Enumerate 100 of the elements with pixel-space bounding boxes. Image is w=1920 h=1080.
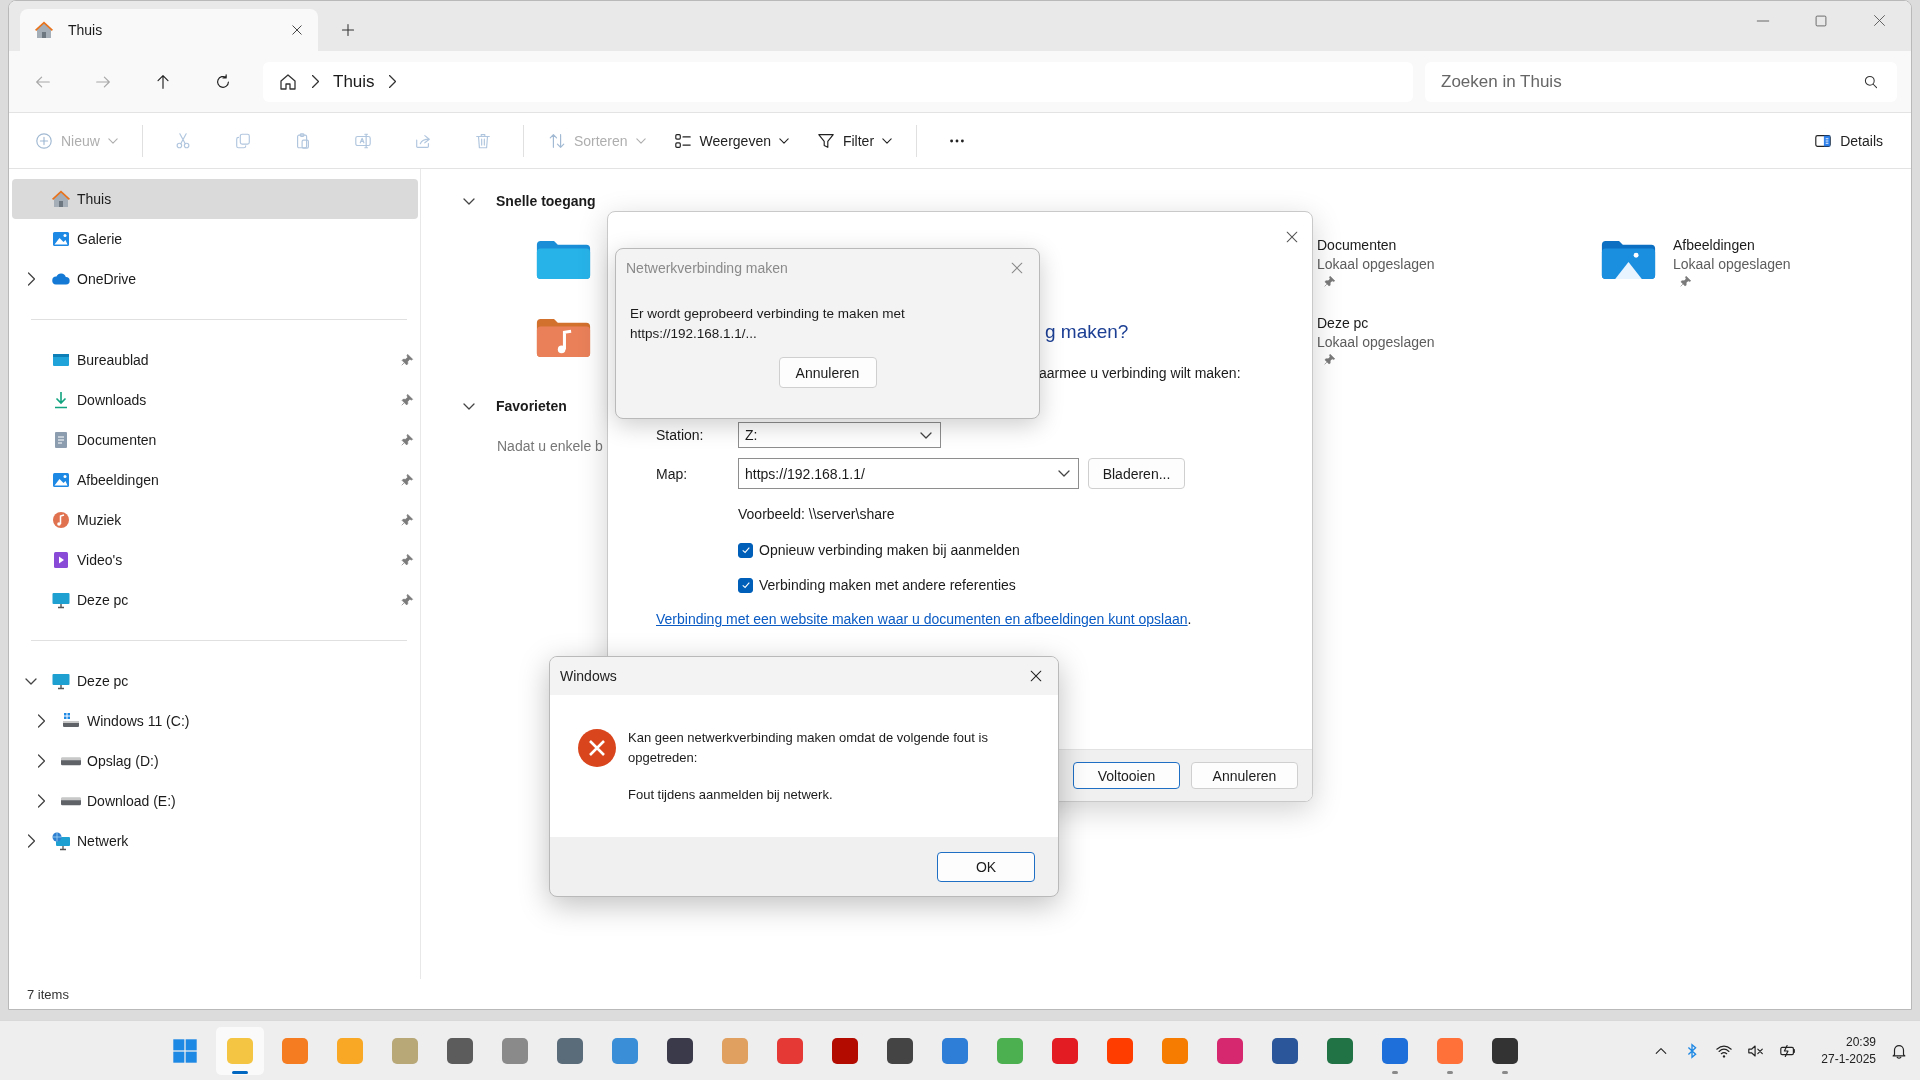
chevron-down-icon[interactable] — [462, 402, 476, 410]
help-text: Verbinding met een website maken waar u documenten en afbeeldingen kunt opslaan. — [656, 611, 1193, 627]
app-icon[interactable] — [1492, 1037, 1518, 1064]
dropdown-field[interactable]: https://192.168.1.1/ — [738, 458, 1079, 489]
app-icon[interactable] — [667, 1037, 693, 1064]
chevron-right-icon[interactable] — [37, 714, 45, 728]
sidebar-label: Netwerk — [77, 833, 129, 849]
tile-title[interactable]: Afbeeldingen — [1673, 237, 1791, 253]
drive-icon — [61, 756, 81, 766]
monitor-icon — [51, 590, 71, 610]
sidebar-item[interactable]: Muziek — [12, 500, 418, 540]
app-icon[interactable] — [832, 1037, 858, 1064]
error-icon — [577, 728, 617, 768]
sidebar-item[interactable]: Video's — [12, 540, 418, 580]
app-icon[interactable] — [887, 1037, 913, 1064]
home-icon — [34, 20, 54, 40]
tile-title[interactable]: Documenten — [1317, 237, 1435, 253]
sidebar-label: Windows 11 (C:) — [87, 713, 190, 729]
app-icon[interactable] — [557, 1037, 583, 1064]
dialog-heading: g maken? — [1045, 321, 1130, 344]
drive-icon — [61, 796, 81, 806]
details-button[interactable]: Details — [1810, 122, 1887, 159]
ok-button[interactable]: OK — [937, 851, 1035, 882]
tab[interactable]: Thuis — [20, 9, 318, 51]
chevron-right-icon[interactable] — [27, 834, 35, 848]
sidebar-item[interactable]: Windows 11 (C:) — [12, 701, 418, 741]
sidebar-item[interactable]: Deze pc — [12, 661, 418, 701]
chevron-right-icon[interactable] — [37, 794, 45, 808]
help-link[interactable]: Verbinding met een website maken waar u documenten en afbeeldingen kunt opslaan — [656, 611, 1188, 627]
sidebar-item[interactable]: Thuis — [12, 179, 418, 219]
address-bar[interactable]: Thuis — [263, 61, 1413, 102]
caret-icon[interactable] — [778, 137, 789, 144]
chevron-down-icon[interactable] — [462, 197, 476, 205]
refresh-icon[interactable] — [214, 72, 232, 91]
caret-icon[interactable] — [920, 431, 932, 439]
sidebar-item[interactable]: Documenten — [12, 420, 418, 460]
sidebar-item[interactable]: Galerie — [12, 219, 418, 259]
running-indicator — [1447, 1070, 1453, 1074]
checkbox[interactable] — [738, 542, 753, 558]
music-folder-icon[interactable] — [535, 317, 592, 359]
search-icon[interactable] — [1863, 73, 1879, 90]
sidebar-item[interactable]: OneDrive — [12, 259, 418, 299]
error-detail: Fout tijdens aanmelden bij netwerk. — [628, 786, 834, 804]
browse-button[interactable]: Bladeren... — [1088, 458, 1185, 489]
dialog-button[interactable]: Annuleren — [1191, 762, 1298, 789]
field-label: Station: — [656, 427, 705, 443]
chevron-right-icon[interactable] — [27, 272, 35, 286]
sidebar-label: Video's — [77, 552, 123, 568]
filter-icon[interactable] — [816, 131, 835, 150]
empty-hint: Nadat u enkele b — [497, 438, 604, 454]
sidebar-label: Download (E:) — [87, 793, 176, 809]
sidebar-item[interactable]: Netwerk — [12, 821, 418, 861]
running-indicator — [1502, 1070, 1508, 1074]
start-icon[interactable] — [172, 1037, 198, 1064]
sidebar-item[interactable]: Afbeeldingen — [12, 460, 418, 500]
filter-button[interactable]: Filter — [812, 122, 897, 159]
dialog-button[interactable]: Voltooien — [1073, 762, 1180, 789]
sidebar-item[interactable]: Opslag (D:) — [12, 741, 418, 781]
caret-icon[interactable] — [882, 137, 893, 144]
chevron-right-icon[interactable] — [312, 75, 319, 88]
cancel-button[interactable]: Annuleren — [778, 357, 877, 388]
app-icon[interactable] — [447, 1037, 473, 1064]
dialog-title: Windows — [560, 668, 617, 684]
dropdown-field[interactable]: Z: — [738, 422, 941, 448]
tile-subtitle: Lokaal opgeslagen — [1317, 256, 1435, 272]
checkbox[interactable] — [738, 577, 753, 593]
film-icon — [51, 550, 71, 570]
new-tab-icon[interactable] — [340, 22, 356, 38]
field-label: Map: — [656, 465, 689, 482]
chevron-right-icon[interactable] — [388, 75, 396, 88]
chevron-down-icon[interactable] — [24, 677, 38, 685]
image-folder-icon[interactable] — [1600, 239, 1657, 281]
sidebar-label: Thuis — [77, 191, 112, 207]
section-title: Snelle toegang — [496, 193, 596, 209]
sidebar-label: Documenten — [77, 432, 157, 448]
close-icon[interactable] — [1284, 229, 1300, 245]
up-arrow-icon[interactable] — [154, 72, 172, 91]
view-list-icon[interactable] — [673, 131, 692, 150]
search-field[interactable]: Zoeken in Thuis — [1425, 61, 1897, 102]
app-icon[interactable] — [1272, 1037, 1298, 1064]
status-text: 7 items — [26, 985, 70, 1004]
close-icon[interactable] — [1028, 668, 1044, 684]
checkbox-label[interactable]: Opnieuw verbinding maken bij aanmelden — [759, 542, 1020, 558]
folder-icon[interactable] — [535, 239, 592, 281]
clock[interactable]: 20:39 27-1-2025 — [1821, 1033, 1876, 1068]
sidebar-item[interactable]: Downloads — [12, 380, 418, 420]
chevron-right-icon[interactable] — [37, 754, 45, 768]
running-indicator — [232, 1070, 248, 1074]
close-icon[interactable] — [290, 23, 304, 37]
sidebar-label: Opslag (D:) — [87, 753, 159, 769]
checkbox-label[interactable]: Verbinding maken met andere referenties — [759, 577, 1016, 593]
caret-icon[interactable] — [1058, 470, 1070, 477]
maximize-icon[interactable] — [1814, 13, 1828, 28]
breadcrumb-item[interactable]: Thuis — [333, 71, 375, 92]
view-list-button[interactable]: Weergeven — [669, 122, 793, 159]
sidebar-item[interactable]: Bureaublad — [12, 340, 418, 380]
tile-title[interactable]: Deze pc — [1317, 315, 1435, 331]
sidebar-item[interactable]: Download (E:) — [12, 781, 418, 821]
sidebar-item[interactable]: Deze pc — [12, 580, 418, 620]
app-icon[interactable] — [1327, 1037, 1353, 1064]
